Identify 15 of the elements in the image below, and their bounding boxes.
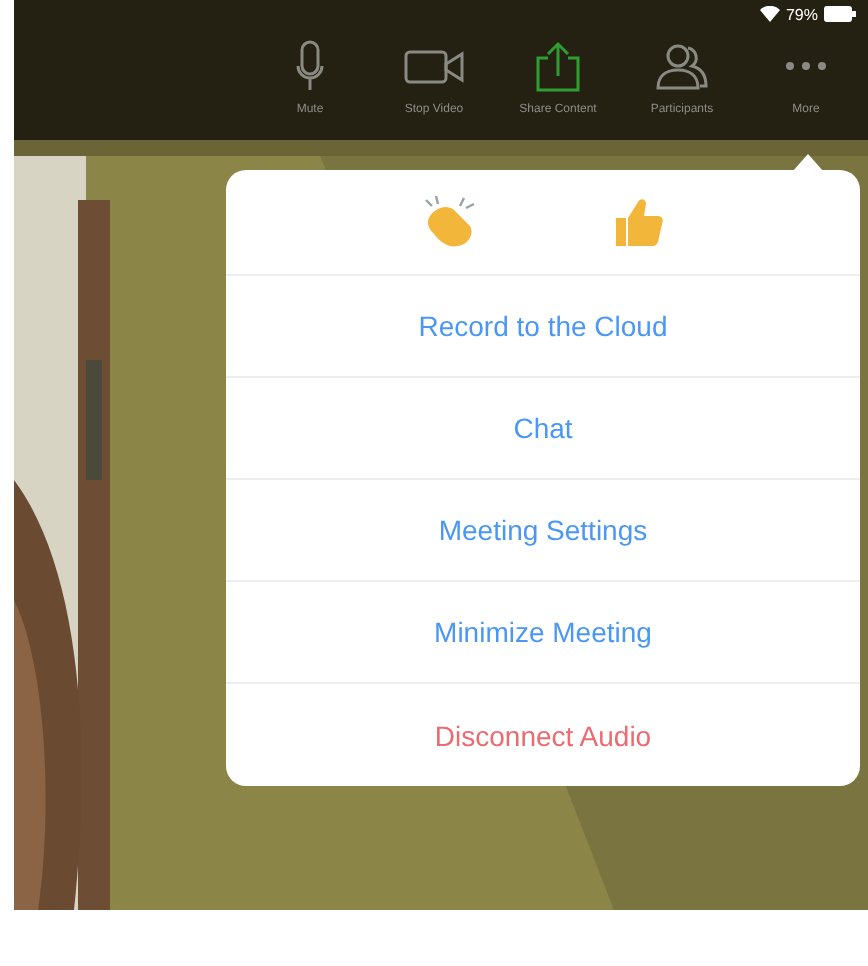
participants-icon [654, 42, 710, 90]
wifi-icon [759, 6, 780, 22]
menu-item[interactable]: Disconnect Audio [226, 684, 860, 786]
menu-item[interactable]: Chat [226, 378, 860, 480]
microphone-icon [296, 40, 324, 92]
menu-item[interactable]: Record to the Cloud [226, 276, 860, 378]
menu-item[interactable]: Minimize Meeting [226, 582, 860, 684]
menu-item[interactable]: Meeting Settings [226, 480, 860, 582]
share-icon [536, 40, 580, 92]
video-camera-icon [404, 46, 464, 86]
battery-icon [824, 6, 856, 22]
battery-percentage: 79% [785, 5, 818, 23]
more-icon [784, 60, 828, 72]
thumbs-up-icon[interactable] [610, 194, 666, 250]
clapping-hands-icon[interactable] [420, 192, 480, 252]
